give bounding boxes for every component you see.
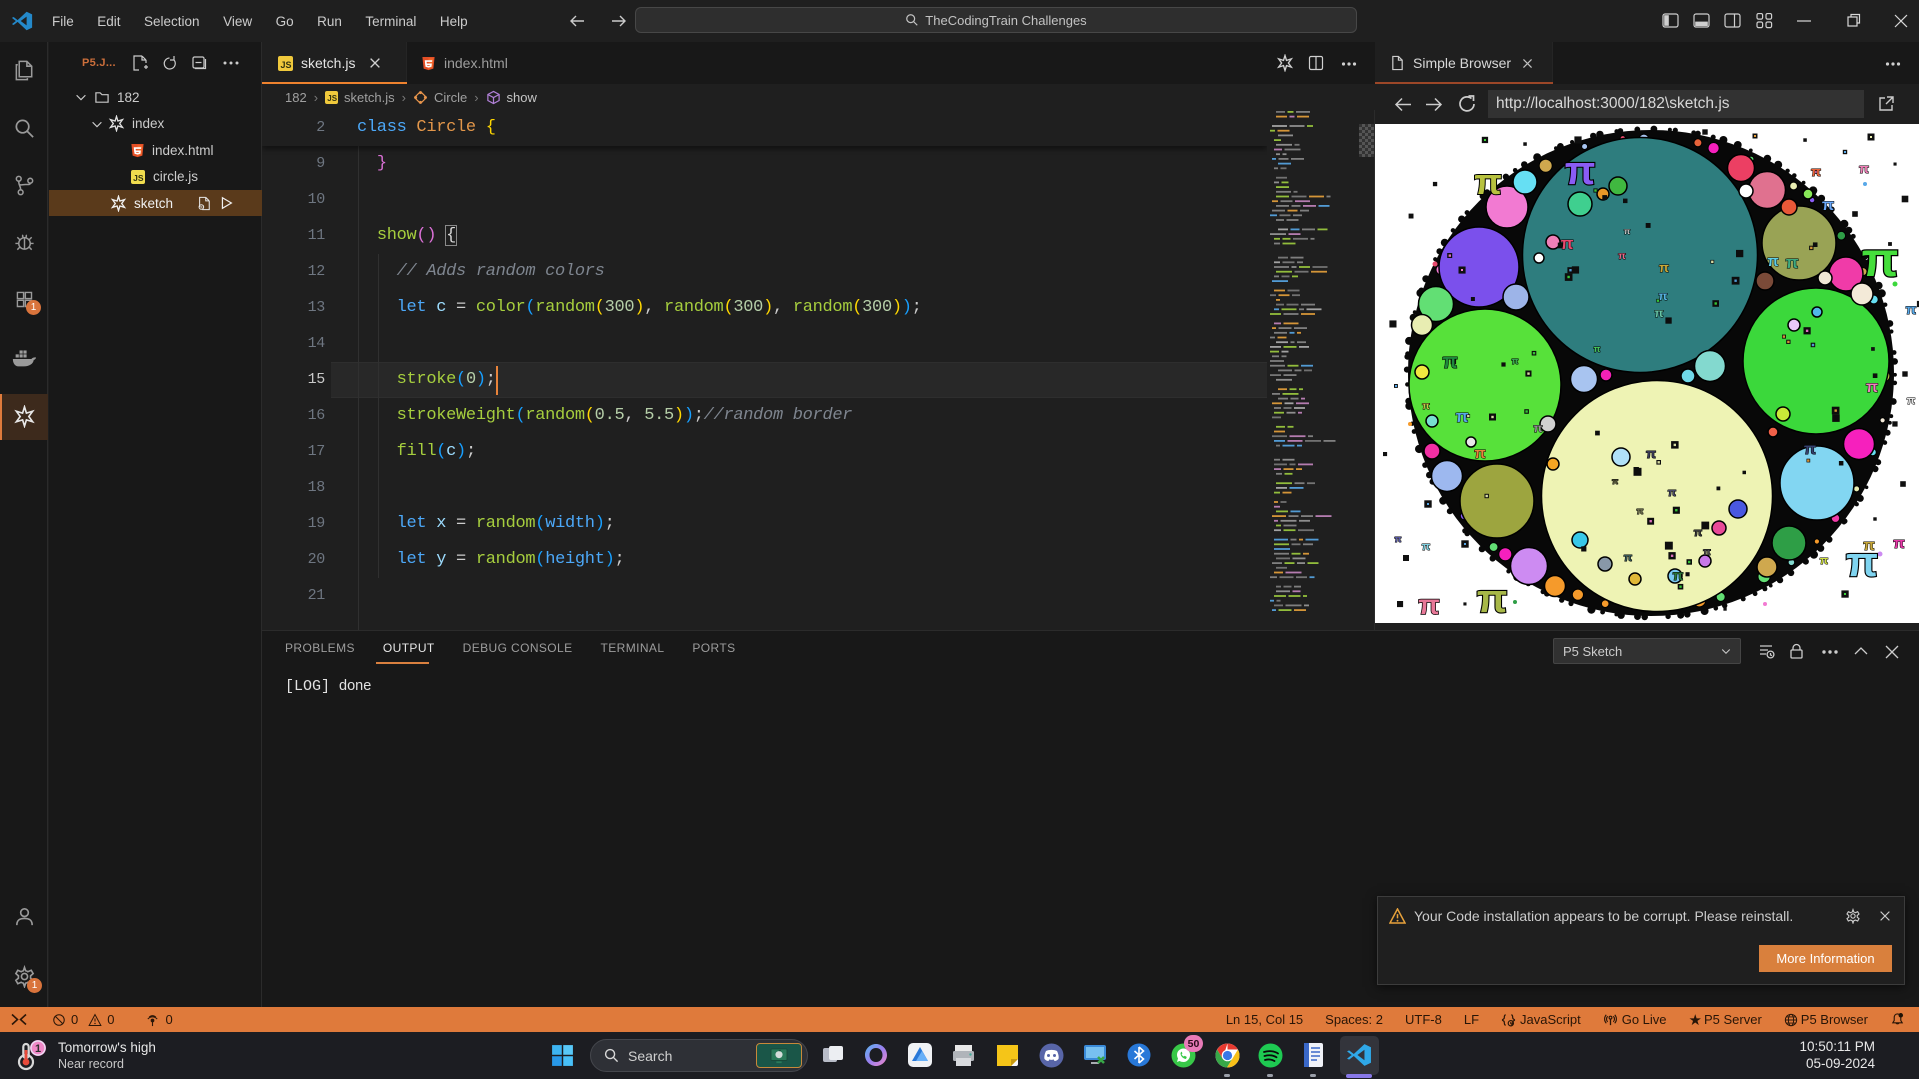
svg-text:π: π bbox=[1624, 227, 1630, 236]
svg-text:π: π bbox=[1767, 253, 1779, 270]
svg-text:π: π bbox=[1477, 577, 1508, 621]
svg-text:π: π bbox=[1594, 344, 1601, 354]
svg-text:π: π bbox=[1811, 164, 1821, 179]
svg-text:π: π bbox=[1694, 527, 1703, 539]
svg-text:π: π bbox=[1565, 149, 1596, 193]
svg-text:π: π bbox=[1668, 487, 1677, 499]
svg-text:π: π bbox=[1822, 197, 1834, 214]
svg-text:π: π bbox=[1624, 552, 1633, 564]
svg-text:π: π bbox=[1906, 301, 1917, 317]
svg-text:π: π bbox=[1703, 547, 1711, 558]
svg-text:π: π bbox=[1512, 356, 1519, 366]
svg-text:π: π bbox=[1422, 401, 1430, 412]
svg-text:π: π bbox=[1804, 441, 1816, 458]
svg-text:π: π bbox=[1646, 446, 1656, 461]
svg-text:π: π bbox=[1654, 306, 1663, 320]
svg-text:π: π bbox=[1637, 506, 1644, 516]
svg-text:π: π bbox=[1658, 289, 1667, 303]
svg-text:π: π bbox=[1618, 251, 1626, 262]
svg-text:π: π bbox=[1785, 253, 1798, 272]
svg-text:π: π bbox=[1820, 555, 1829, 567]
svg-text:π: π bbox=[1395, 534, 1402, 544]
svg-text:1: 1 bbox=[35, 1043, 41, 1055]
svg-text:π: π bbox=[1560, 234, 1573, 253]
svg-text:π: π bbox=[1863, 537, 1875, 554]
svg-text:π: π bbox=[1673, 567, 1684, 583]
svg-text:π: π bbox=[1418, 589, 1439, 620]
svg-text:π: π bbox=[1866, 379, 1878, 396]
svg-text:π: π bbox=[1474, 161, 1502, 202]
svg-text:π: π bbox=[1442, 351, 1457, 373]
svg-text:π: π bbox=[1533, 421, 1542, 435]
svg-text:π: π bbox=[1862, 234, 1899, 287]
svg-text:π: π bbox=[1612, 477, 1618, 486]
svg-text:π: π bbox=[1474, 445, 1486, 462]
svg-text:π: π bbox=[1422, 541, 1431, 553]
svg-text:π: π bbox=[1659, 260, 1669, 275]
svg-text:π: π bbox=[1455, 407, 1468, 426]
svg-text:π: π bbox=[1893, 535, 1905, 552]
svg-text:π: π bbox=[1859, 161, 1869, 176]
svg-text:π: π bbox=[1907, 395, 1916, 407]
